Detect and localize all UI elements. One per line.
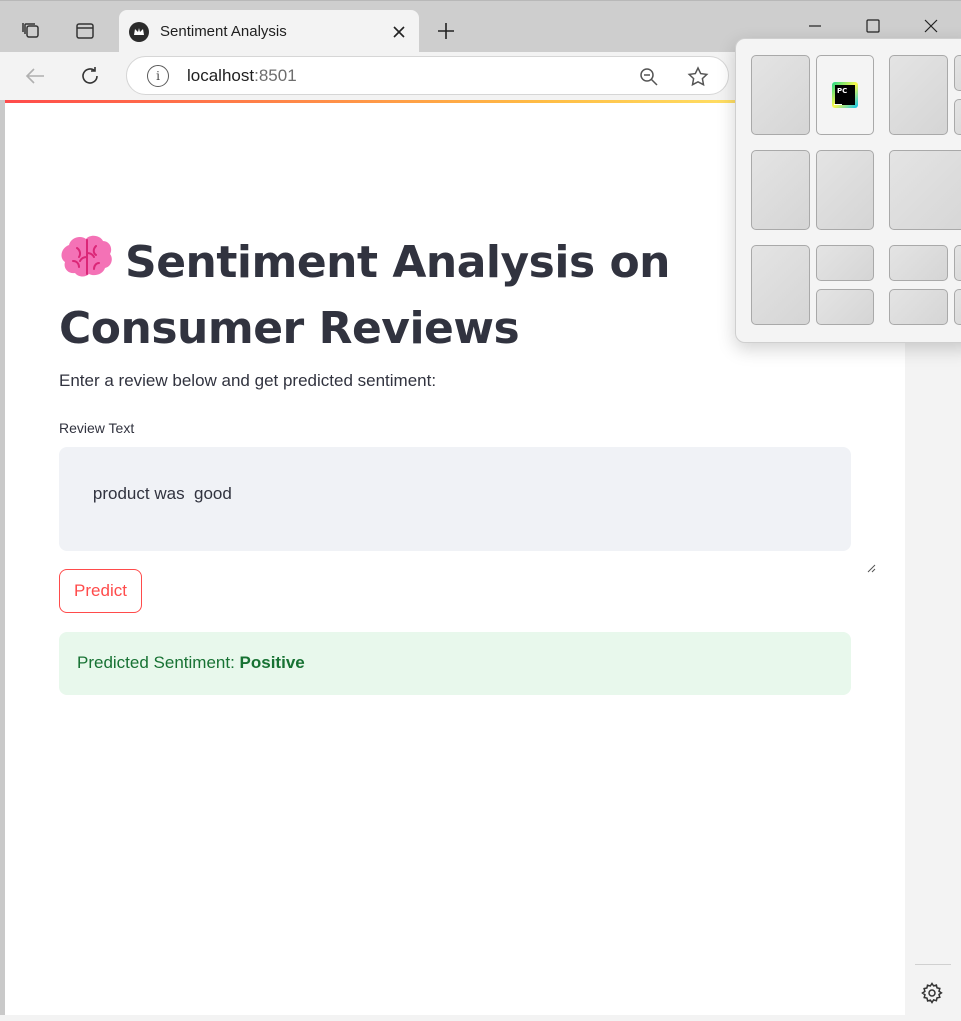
site-info-icon[interactable]: i (147, 65, 169, 87)
close-tab-icon[interactable] (388, 21, 410, 43)
maximize-icon[interactable] (858, 11, 888, 41)
streamlit-favicon-icon (129, 22, 149, 42)
window-bottom-border (0, 1015, 905, 1021)
review-text-label: Review Text (59, 420, 135, 436)
snap-zone-wide-left[interactable] (889, 150, 961, 230)
sidebar-divider (915, 964, 951, 965)
snap-zone-small-top-right[interactable] (954, 55, 961, 91)
snap-zone-large-left[interactable] (889, 55, 948, 135)
brain-icon (59, 233, 115, 299)
snap-zone-grid-bottom-left[interactable] (889, 289, 948, 325)
snap-zone-quad-bottom-right[interactable] (816, 289, 874, 325)
snap-zone-grid-bottom-right[interactable] (954, 289, 961, 325)
snap-zone-small-bottom-right[interactable] (954, 99, 961, 135)
url-text[interactable]: localhost:8501 (187, 66, 297, 86)
page-subtitle: Enter a review below and get predicted s… (59, 371, 437, 390)
tab-actions-icon[interactable] (69, 15, 101, 47)
refresh-icon[interactable] (74, 60, 106, 92)
review-text-input[interactable]: product was good (59, 447, 876, 573)
back-icon[interactable] (19, 60, 51, 92)
snap-zone-thirds-left[interactable] (751, 150, 810, 230)
snap-zone-quad-left[interactable] (751, 245, 810, 325)
new-tab-icon[interactable] (432, 17, 460, 45)
settings-gear-icon[interactable] (919, 980, 945, 1006)
review-text-value: product was good (92, 484, 232, 503)
pycharm-icon: PC (832, 82, 858, 108)
minimize-icon[interactable] (800, 11, 830, 41)
prediction-result: Predicted Sentiment: Positive (59, 632, 851, 695)
snap-zone-left-half[interactable] (751, 55, 810, 135)
page-title-text: Sentiment Analysis on Consumer Reviews (59, 237, 671, 354)
result-value: Positive (239, 653, 305, 672)
close-window-icon[interactable] (916, 11, 946, 41)
snap-zone-grid-top-right[interactable] (954, 245, 961, 281)
resize-grip-icon[interactable] (838, 538, 876, 573)
address-bar[interactable]: i localhost:8501 (126, 56, 729, 95)
zoom-out-icon[interactable] (637, 65, 661, 89)
snap-zone-quad-top-right[interactable] (816, 245, 874, 281)
predict-button[interactable]: Predict (59, 569, 142, 613)
page-title: Sentiment Analysis on Consumer Reviews (59, 233, 699, 359)
favorite-star-icon[interactable] (686, 65, 710, 89)
active-tab[interactable]: Sentiment Analysis (119, 10, 419, 53)
snap-zone-grid-top-left[interactable] (889, 245, 948, 281)
snap-layouts-flyout: PC (735, 38, 961, 343)
snap-zone-thirds-middle[interactable] (816, 150, 874, 230)
workspaces-icon[interactable] (16, 15, 48, 47)
tab-title: Sentiment Analysis (160, 23, 287, 40)
result-prefix: Predicted Sentiment: (77, 653, 240, 672)
snap-zone-right-half[interactable]: PC (816, 55, 874, 135)
